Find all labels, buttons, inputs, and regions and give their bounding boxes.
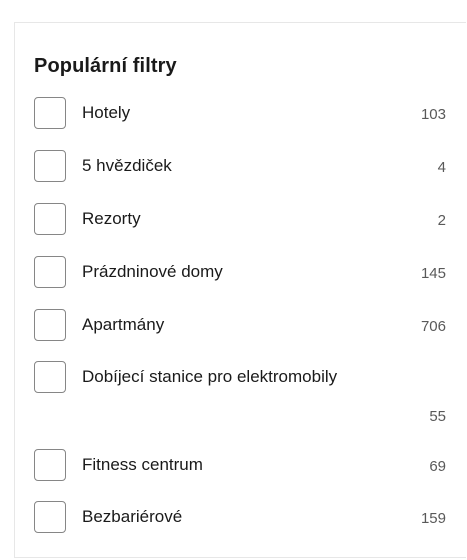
checkbox[interactable] [34,501,66,533]
filter-label: Bezbariérové [82,507,183,526]
filter-item-5-stars[interactable]: 5 hvězdiček 4 [34,150,446,182]
section-title: Populární filtry [34,55,177,77]
checkbox[interactable] [34,449,66,481]
checkbox[interactable] [34,361,66,393]
filter-label: Dobíjecí stanice pro elektromobily [82,367,338,386]
filter-count: 4 [437,159,446,176]
checkbox[interactable] [34,97,66,129]
filter-item-ev-charging[interactable]: Dobíjecí stanice pro elektromobily 55 [34,361,446,437]
filter-count: 69 [429,458,446,475]
filter-item-accessible[interactable]: Bezbariérové 159 [34,501,446,533]
filter-label: Hotely [82,103,131,122]
filter-count: 103 [420,106,446,123]
filter-count: 706 [420,318,446,335]
filter-label: Fitness centrum [82,455,203,474]
filter-label: 5 hvězdiček [82,156,172,175]
filter-item-fitness-center[interactable]: Fitness centrum 69 [34,449,446,481]
popular-filters-panel: Populární filtry Hotely 103 5 hvězdiček … [14,22,466,558]
filter-count: 2 [437,212,446,229]
filter-item-apartments[interactable]: Apartmány 706 [34,309,446,341]
filter-label: Apartmány [82,315,165,334]
filter-item-holiday-homes[interactable]: Prázdninové domy 145 [34,256,446,288]
checkbox[interactable] [34,256,66,288]
checkbox[interactable] [34,203,66,235]
checkbox[interactable] [34,150,66,182]
filter-item-resorts[interactable]: Rezorty 2 [34,203,446,235]
filter-label: Prázdninové domy [82,262,223,281]
filter-item-hotels[interactable]: Hotely 103 [34,97,446,129]
checkbox[interactable] [34,309,66,341]
filter-count: 145 [420,265,446,282]
filter-count: 55 [429,408,446,425]
filter-count: 159 [420,510,446,527]
filter-label: Rezorty [82,209,141,228]
